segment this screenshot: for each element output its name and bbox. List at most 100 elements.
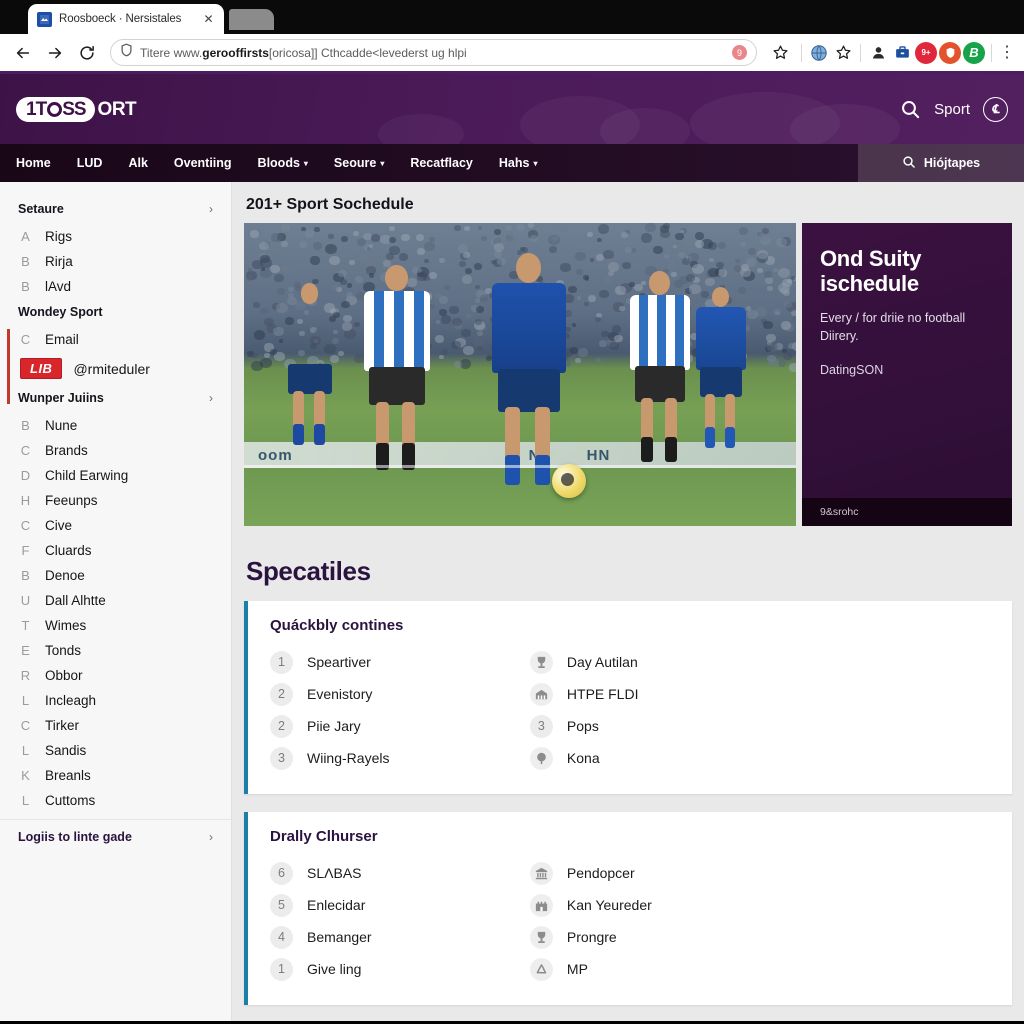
- panel-list: Quáckbly contines 1 Speartiver 2 Evenistory 2…: [244, 601, 1012, 1005]
- list-item[interactable]: Prongre: [530, 921, 891, 953]
- hero-row: oom NT HN Ond Suity ischedule Every / fo…: [244, 223, 1012, 526]
- back-icon[interactable]: [8, 38, 38, 68]
- sidebar-section-heading[interactable]: Wondey Sport: [0, 299, 231, 327]
- nav-item-hahs[interactable]: Hahs ▾: [499, 156, 538, 170]
- sidebar-item-incleagh[interactable]: L Incleagh: [0, 688, 231, 713]
- globe-extension-icon[interactable]: [808, 42, 830, 64]
- briefcase-extension-icon[interactable]: [891, 42, 913, 64]
- profile-extension-icon[interactable]: [867, 42, 889, 64]
- football-match-photo[interactable]: oom NT HN: [244, 223, 796, 526]
- orange-shield-extension-icon[interactable]: [939, 42, 961, 64]
- bookmark-star-extension-icon[interactable]: [832, 42, 854, 64]
- list-item[interactable]: 4 Bemanger: [270, 921, 530, 953]
- sidebar-item-label: Cive: [45, 518, 72, 533]
- list-item-label: Evenistory: [307, 686, 372, 702]
- sidebar-item-tonds[interactable]: E Tonds: [0, 638, 231, 663]
- list-item[interactable]: Pendopcer: [530, 857, 891, 889]
- site-header: 1T SS ORT Sport ℄: [0, 74, 1024, 144]
- sidebar-item-key: T: [20, 618, 31, 633]
- sidebar-section-heading[interactable]: Setaure ›: [0, 196, 231, 224]
- sidebar-item-email[interactable]: C Email: [0, 327, 231, 352]
- rank-badge: 2: [270, 715, 293, 738]
- sidebar-item-wimes[interactable]: T Wimes: [0, 613, 231, 638]
- nav-item-seoure[interactable]: Seoure ▾: [334, 156, 384, 170]
- list-item[interactable]: 6 SLΛBAS: [270, 857, 530, 889]
- sidebar-item-breanls[interactable]: K Breanls: [0, 763, 231, 788]
- sidebar-item-cuttoms[interactable]: L Cuttoms: [0, 788, 231, 813]
- list-item[interactable]: Kan Yeureder: [530, 889, 891, 921]
- page-body: Setaure › A Rigs B Rirja BlAvd Wondey Sport C Ema…: [0, 182, 1024, 1021]
- sidebar-item-obbor[interactable]: R Obbor: [0, 663, 231, 688]
- browser-menu-icon[interactable]: ⋮: [998, 48, 1016, 58]
- list-item[interactable]: 3 Pops: [530, 710, 891, 742]
- sidebar-item-brands[interactable]: C Brands: [0, 438, 231, 463]
- panel-column-right: Pendopcer Kan Yeureder Prongre MP: [530, 857, 891, 985]
- list-item[interactable]: Kona: [530, 742, 891, 774]
- list-item-label: Give ling: [307, 961, 361, 977]
- decorative-cloud: [790, 104, 900, 144]
- sidebar-item-feeunps[interactable]: H Feeunps: [0, 488, 231, 513]
- red-badge-extension-icon[interactable]: 9+: [915, 42, 937, 64]
- nav-items: Home LUD Alk Oventiing Bloods ▾ Seoure ▾ Recatfl…: [16, 156, 563, 170]
- sidebar-item-child-earwing[interactable]: D Child Earwing: [0, 463, 231, 488]
- close-icon[interactable]: ✕: [202, 13, 215, 25]
- list-item[interactable]: 1 Speartiver: [270, 646, 530, 678]
- browser-chrome: Roosboeck · Nersistales ✕ Titere www.ger…: [0, 0, 1024, 74]
- green-extension-icon[interactable]: B: [963, 42, 985, 64]
- sidebar-item-rigs[interactable]: A Rigs: [0, 224, 231, 249]
- avatar[interactable]: ℄: [983, 97, 1008, 122]
- sidebar-item-tirker[interactable]: C Tirker: [0, 713, 231, 738]
- tracker-badge-icon[interactable]: 9: [732, 45, 747, 60]
- site-logo[interactable]: 1T SS ORT: [16, 97, 136, 122]
- nav-item-label: Hahs: [499, 156, 530, 170]
- logo-tail-text: ORT: [98, 100, 137, 119]
- list-item[interactable]: MP: [530, 953, 891, 985]
- header-sport-label[interactable]: Sport: [934, 101, 970, 118]
- search-icon[interactable]: [900, 99, 921, 120]
- sidebar-item-label: Tirker: [45, 718, 79, 733]
- site-info-shield-icon[interactable]: [120, 43, 133, 62]
- nav-search-button[interactable]: Hiójtapes: [858, 144, 1024, 182]
- promo-panel[interactable]: Ond Suity ischedule Every / for driie no…: [802, 223, 1012, 526]
- bookmark-star-icon[interactable]: [765, 38, 795, 68]
- forward-icon[interactable]: [40, 38, 70, 68]
- list-item[interactable]: 2 Evenistory: [270, 678, 530, 710]
- promo-footer-label: 9&srohc: [802, 498, 1012, 526]
- sidebar-item-key: C: [20, 443, 31, 458]
- promo-tag: DatingSON: [820, 363, 994, 377]
- nav-item-oventiing[interactable]: Oventiing: [174, 156, 232, 170]
- nav-item-alk[interactable]: Alk: [128, 156, 147, 170]
- panel-columns: 1 Speartiver 2 Evenistory 2 Piie Jary 3 Wiing-R…: [270, 646, 992, 774]
- sidebar-item-nune[interactable]: B Nune: [0, 413, 231, 438]
- sidebar-item-label: Incleagh: [45, 693, 96, 708]
- list-item[interactable]: Day Autilan: [530, 646, 891, 678]
- nav-item-bloods[interactable]: Bloods ▾: [258, 156, 308, 170]
- sidebar-badge-row[interactable]: LIB @rmiteduler: [0, 352, 231, 385]
- nav-item-label: Seoure: [334, 156, 376, 170]
- sidebar-item-sandis[interactable]: L Sandis: [0, 738, 231, 763]
- sidebar-section-heading[interactable]: Wunper Juiins ›: [0, 385, 231, 413]
- list-item[interactable]: 3 Wiing-Rayels: [270, 742, 530, 774]
- sidebar-item-rirja[interactable]: B Rirja: [0, 249, 231, 274]
- list-item[interactable]: 2 Piie Jary: [270, 710, 530, 742]
- address-bar[interactable]: Titere www.gerooffirsts[oricosa]] Cthcad…: [110, 39, 757, 66]
- new-tab-button[interactable]: [229, 9, 274, 30]
- chevron-right-icon: ›: [209, 391, 213, 405]
- decorative-cloud: [600, 108, 690, 144]
- rank-badge: 4: [270, 926, 293, 949]
- sidebar-item-cive[interactable]: C Cive: [0, 513, 231, 538]
- reload-icon[interactable]: [72, 38, 102, 68]
- nav-item-recatflacy[interactable]: Recatflacy: [410, 156, 473, 170]
- nav-item-home[interactable]: Home: [16, 156, 51, 170]
- logo-mid-text: SS: [62, 100, 85, 119]
- sidebar-item-cluards[interactable]: F Cluards: [0, 538, 231, 563]
- list-item[interactable]: HTPE FLDI: [530, 678, 891, 710]
- sidebar-item-dall-alhtte[interactable]: U Dall Alhtte: [0, 588, 231, 613]
- list-item[interactable]: 5 Enlecidar: [270, 889, 530, 921]
- browser-tab[interactable]: Roosboeck · Nersistales ✕: [28, 4, 224, 34]
- nav-item-lud[interactable]: LUD: [77, 156, 103, 170]
- list-item[interactable]: 1 Give ling: [270, 953, 530, 985]
- sidebar-item-denoe[interactable]: B Denoe: [0, 563, 231, 588]
- sidebar-footer-link[interactable]: Logiis to linte gade ›: [0, 819, 231, 854]
- sidebar-item-lavd[interactable]: BlAvd: [0, 274, 231, 299]
